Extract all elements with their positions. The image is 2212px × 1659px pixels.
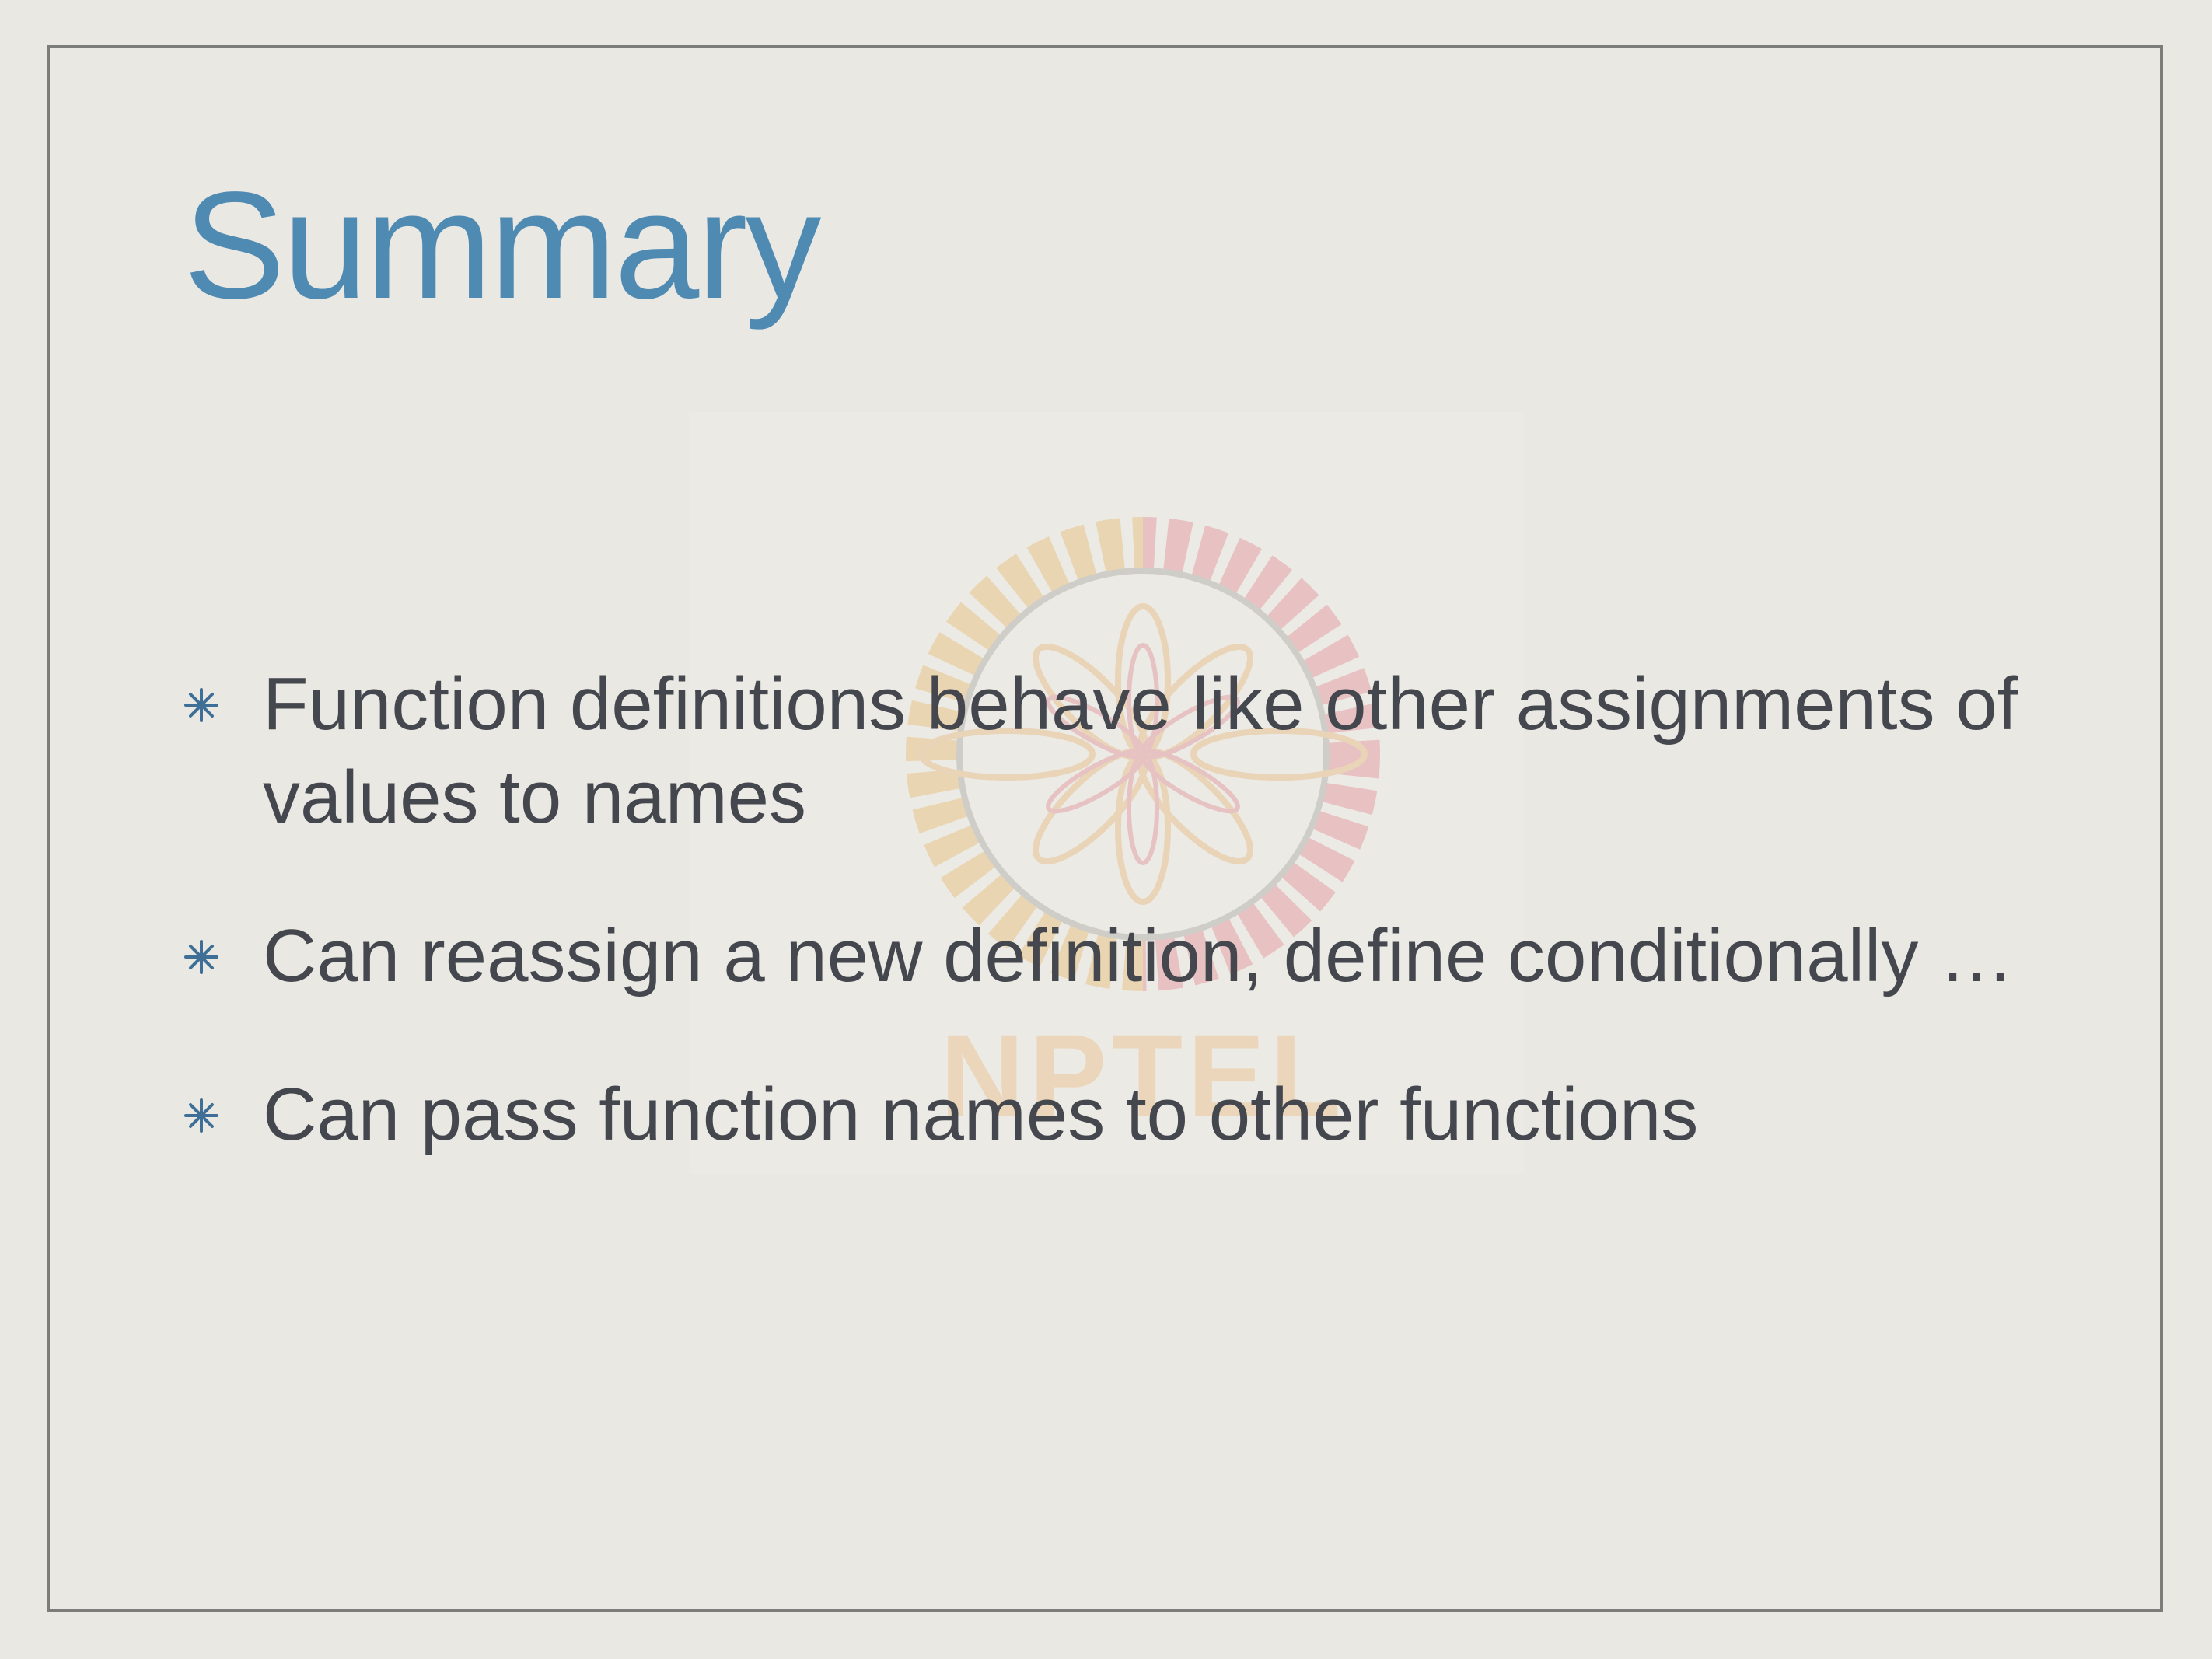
bullet-item: Can pass function names to other functio…	[183, 1068, 2050, 1161]
bullet-item: Can reassign a new definition, define co…	[183, 910, 2050, 1003]
bullet-text: Can pass function names to other functio…	[263, 1073, 1699, 1156]
bullet-text: Can reassign a new definition, define co…	[263, 914, 2015, 997]
bullet-list: Function definitions behave like other a…	[183, 658, 2050, 1227]
slide: NPTEL Summary Function definitions behav…	[0, 0, 2212, 1659]
asterisk-bullet-icon	[184, 1098, 218, 1133]
bullet-item: Function definitions behave like other a…	[183, 658, 2050, 844]
asterisk-bullet-icon	[184, 940, 218, 974]
slide-title: Summary	[183, 160, 822, 330]
bullet-text: Function definitions behave like other a…	[263, 662, 2018, 839]
asterisk-bullet-icon	[184, 688, 218, 722]
